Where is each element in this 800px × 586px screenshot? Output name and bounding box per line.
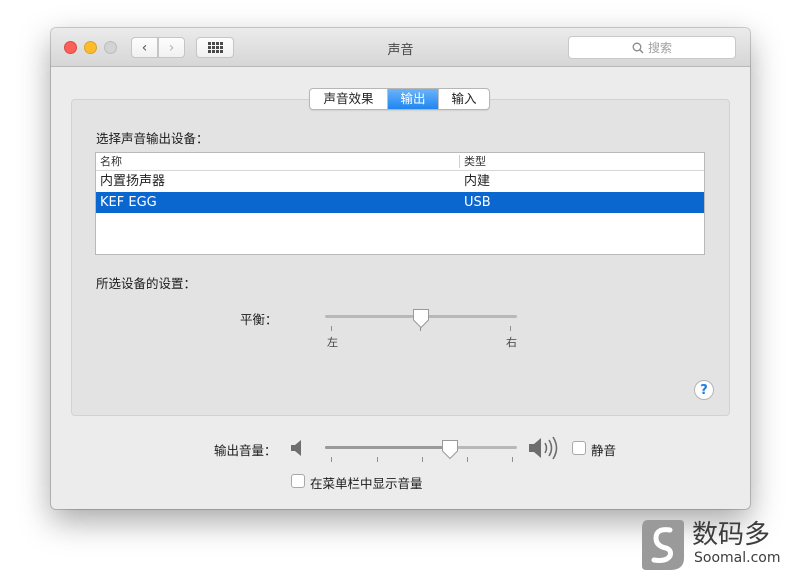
show-volume-in-menubar-checkbox[interactable] xyxy=(291,474,305,488)
volume-tick xyxy=(422,457,423,462)
tab-input[interactable]: 输入 xyxy=(439,89,489,109)
balance-right-label: 右 xyxy=(506,336,517,349)
balance-tick xyxy=(331,326,332,331)
tab-sound-effects[interactable]: 声音效果 xyxy=(310,89,388,109)
tab-bar: 声音效果 输出 输入 xyxy=(309,88,490,110)
search-icon xyxy=(632,42,644,53)
soomal-watermark: 数码多 Soomal.com xyxy=(640,514,790,576)
search-field[interactable]: 搜索 xyxy=(568,36,736,59)
output-volume-label: 输出音量： xyxy=(214,443,277,458)
volume-slider-thumb[interactable] xyxy=(441,439,459,460)
volume-slider-fill xyxy=(325,446,450,449)
help-button[interactable]: ? xyxy=(694,380,714,400)
column-separator xyxy=(459,155,460,168)
watermark-cn-text: 数码多 xyxy=(692,520,771,550)
output-device-table: 名称 类型 内置扬声器 内建 KEF EGG USB xyxy=(95,152,705,255)
mute-label: 静音 xyxy=(591,443,617,458)
device-name: 内置扬声器 xyxy=(100,174,166,189)
balance-left-label: 左 xyxy=(327,336,338,349)
watermark-en-text: Soomal.com xyxy=(694,550,781,566)
volume-tick xyxy=(331,457,332,462)
balance-tick xyxy=(510,326,511,331)
question-mark-icon: ? xyxy=(700,382,708,398)
column-header-type[interactable]: 类型 xyxy=(464,153,486,171)
volume-tick xyxy=(467,457,468,462)
table-row[interactable]: 内置扬声器 内建 xyxy=(96,171,704,192)
soomal-logo-icon xyxy=(642,520,684,570)
device-name: KEF EGG xyxy=(100,195,157,210)
table-header: 名称 类型 xyxy=(96,153,704,171)
volume-tick xyxy=(377,457,378,462)
table-row-selected[interactable]: KEF EGG USB xyxy=(96,192,704,213)
sound-preferences-window: ‹ › 声音 搜索 声音效果 输出 输入 选择声音输出设备： 名称 类型 内置扬… xyxy=(51,28,750,509)
volume-tick xyxy=(512,457,513,462)
tab-output[interactable]: 输出 xyxy=(388,89,439,109)
balance-slider-thumb[interactable] xyxy=(412,308,430,329)
show-volume-in-menubar-label: 在菜单栏中显示音量 xyxy=(310,476,423,491)
title-bar: ‹ › 声音 搜索 xyxy=(51,28,750,67)
device-type: USB xyxy=(464,195,491,210)
column-header-name[interactable]: 名称 xyxy=(100,153,122,171)
search-placeholder: 搜索 xyxy=(647,41,672,55)
balance-label: 平衡： xyxy=(240,312,278,327)
mute-checkbox[interactable] xyxy=(572,441,586,455)
device-section-heading: 选择声音输出设备： xyxy=(96,131,209,146)
device-type: 内建 xyxy=(464,174,491,189)
settings-section-heading: 所选设备的设置： xyxy=(96,276,197,291)
speaker-high-icon xyxy=(529,436,558,460)
speaker-low-icon xyxy=(291,440,301,456)
